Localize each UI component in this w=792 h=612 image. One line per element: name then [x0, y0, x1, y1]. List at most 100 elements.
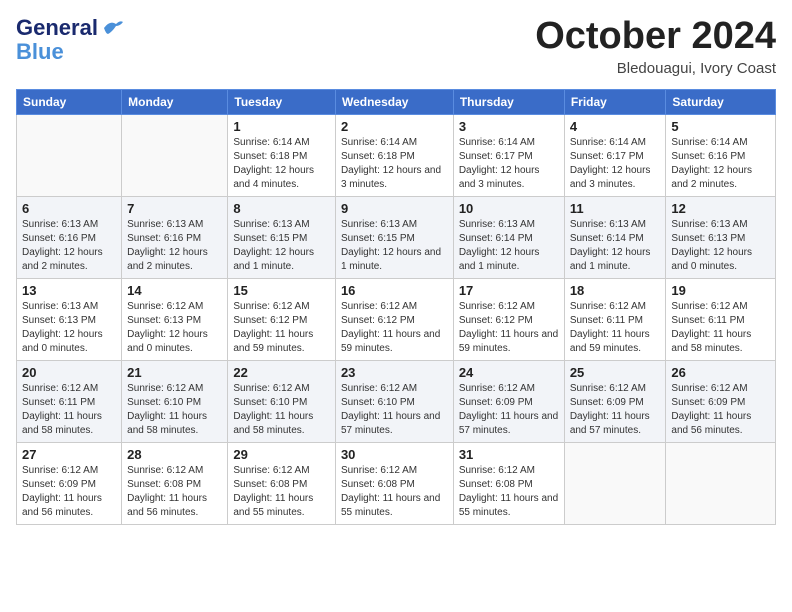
day-info: Sunrise: 6:12 AMSunset: 6:11 PMDaylight:… [22, 382, 116, 438]
day-info: Sunrise: 6:12 AMSunset: 6:10 PMDaylight:… [233, 382, 330, 438]
day-info: Sunrise: 6:12 AMSunset: 6:09 PMDaylight:… [570, 382, 661, 438]
weekday-header-tuesday: Tuesday [228, 89, 336, 114]
day-info: Sunrise: 6:14 AMSunset: 6:17 PMDaylight:… [570, 136, 661, 192]
calendar-table: SundayMondayTuesdayWednesdayThursdayFrid… [16, 89, 776, 525]
day-info: Sunrise: 6:13 AMSunset: 6:13 PMDaylight:… [22, 300, 116, 356]
day-info: Sunrise: 6:12 AMSunset: 6:09 PMDaylight:… [22, 464, 116, 520]
day-number: 3 [459, 119, 559, 134]
day-number: 25 [570, 365, 661, 380]
day-number: 14 [127, 283, 222, 298]
calendar-cell: 8 Sunrise: 6:13 AMSunset: 6:15 PMDaylight… [228, 196, 336, 278]
logo-bird-icon [102, 18, 124, 38]
day-number: 15 [233, 283, 330, 298]
day-info: Sunrise: 6:12 AMSunset: 6:12 PMDaylight:… [233, 300, 330, 356]
calendar-cell: 20 Sunrise: 6:12 AMSunset: 6:11 PMDayligh… [17, 360, 122, 442]
calendar-cell: 16 Sunrise: 6:12 AMSunset: 6:12 PMDayligh… [335, 278, 453, 360]
day-info: Sunrise: 6:14 AMSunset: 6:16 PMDaylight:… [671, 136, 770, 192]
day-info: Sunrise: 6:14 AMSunset: 6:18 PMDaylight:… [233, 136, 330, 192]
calendar-cell: 9 Sunrise: 6:13 AMSunset: 6:15 PMDaylight… [335, 196, 453, 278]
day-number: 28 [127, 447, 222, 462]
day-info: Sunrise: 6:13 AMSunset: 6:15 PMDaylight:… [233, 218, 330, 274]
day-number: 19 [671, 283, 770, 298]
day-info: Sunrise: 6:12 AMSunset: 6:12 PMDaylight:… [341, 300, 448, 356]
calendar-cell: 6 Sunrise: 6:13 AMSunset: 6:16 PMDaylight… [17, 196, 122, 278]
calendar-cell: 26Sunrise: 6:12 AMSunset: 6:09 PMDayligh… [666, 360, 776, 442]
title-block: October 2024 Bledouagui, Ivory Coast [535, 16, 776, 77]
calendar-cell: 4Sunrise: 6:14 AMSunset: 6:17 PMDaylight… [564, 114, 666, 196]
day-info: Sunrise: 6:12 AMSunset: 6:10 PMDaylight:… [341, 382, 448, 438]
day-info: Sunrise: 6:13 AMSunset: 6:14 PMDaylight:… [570, 218, 661, 274]
weekday-header-friday: Friday [564, 89, 666, 114]
day-number: 16 [341, 283, 448, 298]
day-info: Sunrise: 6:13 AMSunset: 6:16 PMDaylight:… [127, 218, 222, 274]
day-info: Sunrise: 6:12 AMSunset: 6:08 PMDaylight:… [127, 464, 222, 520]
day-number: 13 [22, 283, 116, 298]
day-info: Sunrise: 6:13 AMSunset: 6:16 PMDaylight:… [22, 218, 116, 274]
day-number: 29 [233, 447, 330, 462]
day-number: 2 [341, 119, 448, 134]
day-number: 23 [341, 365, 448, 380]
day-number: 22 [233, 365, 330, 380]
day-number: 27 [22, 447, 116, 462]
calendar-cell: 18 Sunrise: 6:12 AMSunset: 6:11 PMDayligh… [564, 278, 666, 360]
calendar-cell: 27 Sunrise: 6:12 AMSunset: 6:09 PMDayligh… [17, 442, 122, 524]
day-number: 1 [233, 119, 330, 134]
day-number: 21 [127, 365, 222, 380]
day-number: 20 [22, 365, 116, 380]
calendar-week-3: 13 Sunrise: 6:13 AMSunset: 6:13 PMDayligh… [17, 278, 776, 360]
day-number: 9 [341, 201, 448, 216]
weekday-header-wednesday: Wednesday [335, 89, 453, 114]
day-number: 6 [22, 201, 116, 216]
calendar-week-5: 27 Sunrise: 6:12 AMSunset: 6:09 PMDayligh… [17, 442, 776, 524]
day-info: Sunrise: 6:12 AMSunset: 6:08 PMDaylight:… [341, 464, 448, 520]
calendar-cell: 10 Sunrise: 6:13 AMSunset: 6:14 PMDayligh… [453, 196, 564, 278]
day-number: 5 [671, 119, 770, 134]
calendar-cell: 30 Sunrise: 6:12 AMSunset: 6:08 PMDayligh… [335, 442, 453, 524]
logo: General Blue [16, 16, 124, 64]
day-info: Sunrise: 6:12 AMSunset: 6:12 PMDaylight:… [459, 300, 559, 356]
page-header: General Blue October 2024 Bledouagui, Iv… [16, 16, 776, 77]
weekday-header-sunday: Sunday [17, 89, 122, 114]
calendar-week-1: 1 Sunrise: 6:14 AMSunset: 6:18 PMDaylight… [17, 114, 776, 196]
logo-blue-text: Blue [16, 40, 64, 64]
day-info: Sunrise: 6:14 AMSunset: 6:17 PMDaylight:… [459, 136, 559, 192]
day-info: Sunrise: 6:14 AMSunset: 6:18 PMDaylight:… [341, 136, 448, 192]
day-info: Sunrise: 6:12 AMSunset: 6:13 PMDaylight:… [127, 300, 222, 356]
calendar-cell: 29 Sunrise: 6:12 AMSunset: 6:08 PMDayligh… [228, 442, 336, 524]
day-number: 8 [233, 201, 330, 216]
calendar-cell [122, 114, 228, 196]
calendar-cell: 24 Sunrise: 6:12 AMSunset: 6:09 PMDayligh… [453, 360, 564, 442]
calendar-cell: 25 Sunrise: 6:12 AMSunset: 6:09 PMDayligh… [564, 360, 666, 442]
calendar-cell: 14 Sunrise: 6:12 AMSunset: 6:13 PMDayligh… [122, 278, 228, 360]
day-number: 18 [570, 283, 661, 298]
location-subtitle: Bledouagui, Ivory Coast [535, 60, 776, 77]
logo-text: General [16, 16, 98, 40]
calendar-cell: 31 Sunrise: 6:12 AMSunset: 6:08 PMDayligh… [453, 442, 564, 524]
weekday-header-saturday: Saturday [666, 89, 776, 114]
day-info: Sunrise: 6:12 AMSunset: 6:08 PMDaylight:… [233, 464, 330, 520]
day-number: 26 [671, 365, 770, 380]
day-number: 30 [341, 447, 448, 462]
calendar-cell: 7Sunrise: 6:13 AMSunset: 6:16 PMDaylight… [122, 196, 228, 278]
calendar-cell [666, 442, 776, 524]
day-info: Sunrise: 6:12 AMSunset: 6:08 PMDaylight:… [459, 464, 559, 520]
weekday-header-monday: Monday [122, 89, 228, 114]
calendar-cell [564, 442, 666, 524]
calendar-week-2: 6 Sunrise: 6:13 AMSunset: 6:16 PMDaylight… [17, 196, 776, 278]
day-number: 10 [459, 201, 559, 216]
day-number: 31 [459, 447, 559, 462]
day-info: Sunrise: 6:12 AMSunset: 6:10 PMDaylight:… [127, 382, 222, 438]
day-info: Sunrise: 6:13 AMSunset: 6:15 PMDaylight:… [341, 218, 448, 274]
weekday-header-thursday: Thursday [453, 89, 564, 114]
calendar-cell: 15 Sunrise: 6:12 AMSunset: 6:12 PMDayligh… [228, 278, 336, 360]
calendar-cell: 28 Sunrise: 6:12 AMSunset: 6:08 PMDayligh… [122, 442, 228, 524]
calendar-cell: 19 Sunrise: 6:12 AMSunset: 6:11 PMDayligh… [666, 278, 776, 360]
calendar-cell: 17Sunrise: 6:12 AMSunset: 6:12 PMDayligh… [453, 278, 564, 360]
calendar-cell: 23 Sunrise: 6:12 AMSunset: 6:10 PMDayligh… [335, 360, 453, 442]
day-info: Sunrise: 6:13 AMSunset: 6:14 PMDaylight:… [459, 218, 559, 274]
calendar-cell: 2 Sunrise: 6:14 AMSunset: 6:18 PMDaylight… [335, 114, 453, 196]
day-number: 24 [459, 365, 559, 380]
day-info: Sunrise: 6:12 AMSunset: 6:11 PMDaylight:… [671, 300, 770, 356]
day-info: Sunrise: 6:12 AMSunset: 6:11 PMDaylight:… [570, 300, 661, 356]
day-info: Sunrise: 6:12 AMSunset: 6:09 PMDaylight:… [459, 382, 559, 438]
